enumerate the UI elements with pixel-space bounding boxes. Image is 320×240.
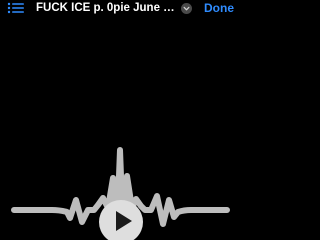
play-button[interactable]	[99, 200, 143, 240]
play-icon	[116, 211, 132, 231]
